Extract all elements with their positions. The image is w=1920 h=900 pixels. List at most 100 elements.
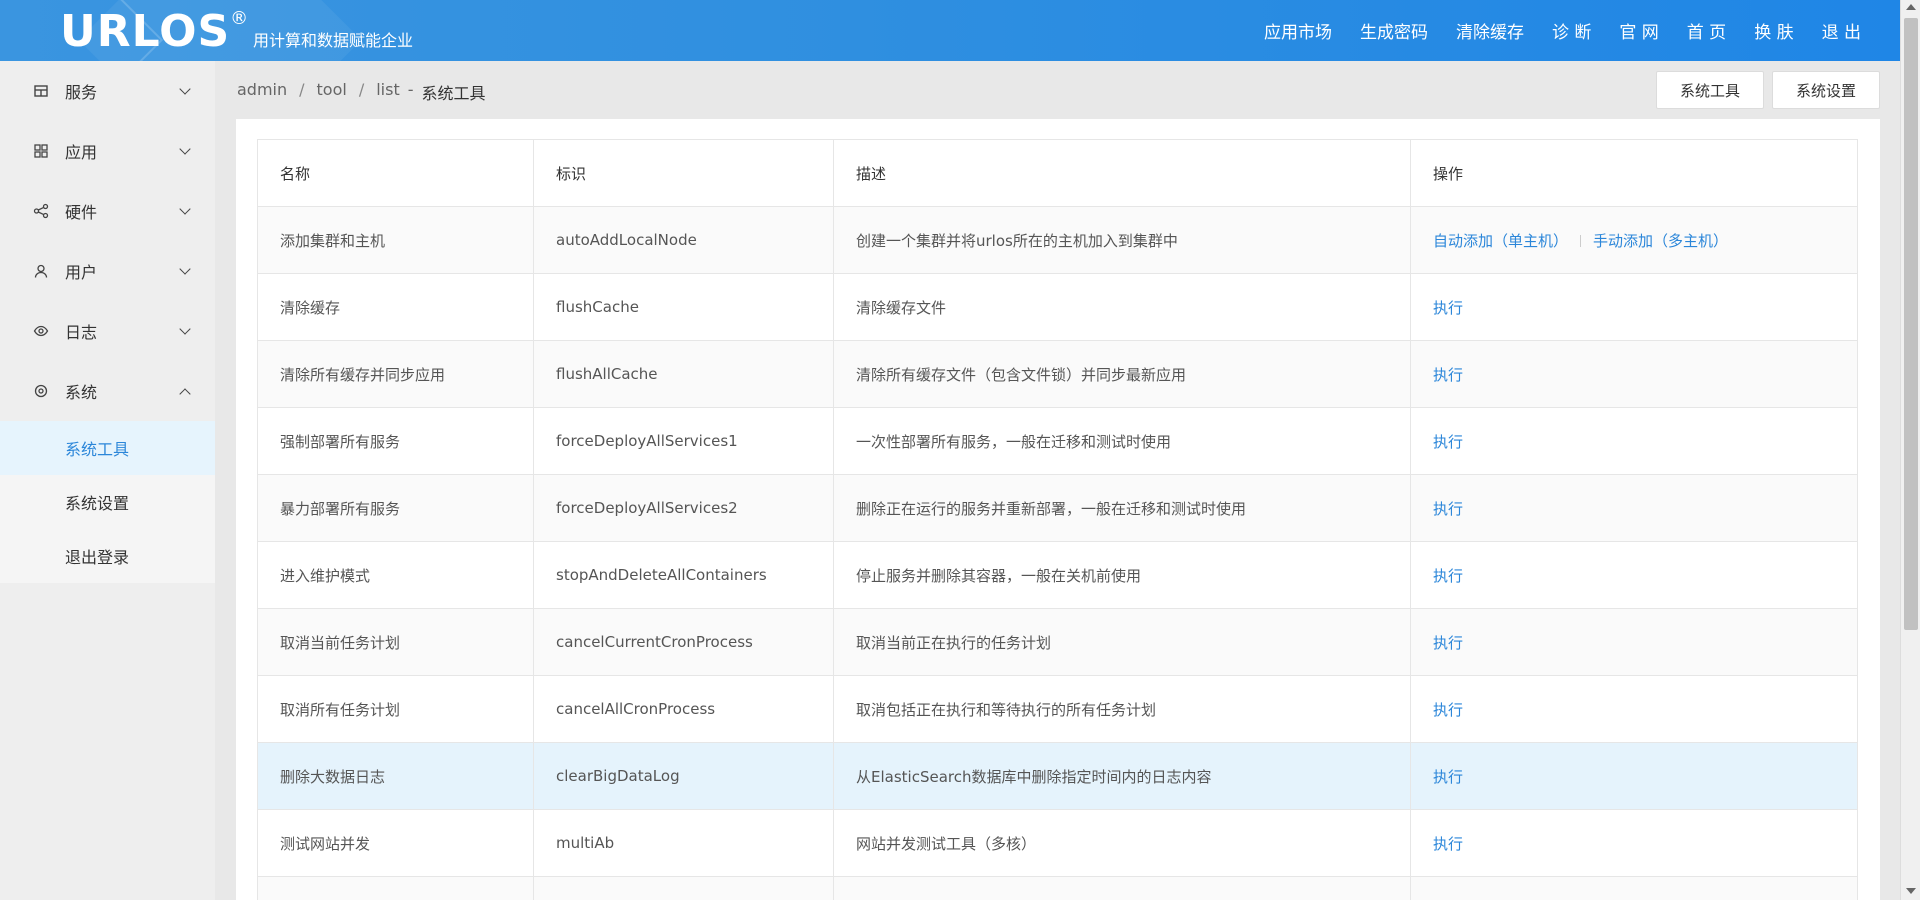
- cell-id: autoAddLocalNode: [533, 206, 834, 274]
- table-row: 清除缓存 flushCache 清除缓存文件 执行: [257, 273, 1858, 341]
- gear-icon: [33, 383, 49, 399]
- cell-actions: 执行: [1410, 407, 1858, 475]
- sidebar-item-label: 硬件: [65, 203, 98, 222]
- sidebar-item-hardware[interactable]: 硬件: [0, 181, 215, 241]
- cell-actions: 执行: [1410, 742, 1858, 810]
- cell-actions: 执行: [1410, 541, 1858, 609]
- nav-clear-cache[interactable]: 清除缓存: [1456, 18, 1524, 43]
- table-row: 取消所有任务计划 cancelAllCronProcess 取消包括正在执行和等…: [257, 675, 1858, 743]
- cell-actions: 执行: [1410, 273, 1858, 341]
- top-header: URLOS® 用计算和数据赋能企业 应用市场 生成密码 清除缓存 诊 断 官 网…: [0, 0, 1900, 61]
- table-row: 强制部署所有服务 forceDeployAllServices1 一次性部署所有…: [257, 407, 1858, 475]
- execute-link[interactable]: 执行: [1433, 500, 1463, 518]
- chevron-up-icon: [179, 388, 191, 400]
- table-row-highlighted: 删除大数据日志 clearBigDataLog 从ElasticSearch数据…: [257, 742, 1858, 810]
- cell-actions: 执行: [1410, 675, 1858, 743]
- cell-description: 一次性部署所有服务，一般在迁移和测试时使用: [833, 407, 1411, 475]
- sidebar-item-label: 用户: [65, 263, 98, 282]
- column-header-name: 名称: [257, 139, 534, 207]
- sidebar-item-apps[interactable]: 应用: [0, 121, 215, 181]
- cell-id: forceDeployAllServices2: [533, 474, 834, 542]
- breadcrumb: admin / tool / list - 系统工具: [237, 80, 486, 104]
- cell-name: 清除缓存: [257, 273, 534, 341]
- cell-name: 取消所有任务计划: [257, 675, 534, 743]
- nav-home[interactable]: 首 页: [1687, 18, 1726, 43]
- submenu-item-system-tools[interactable]: 系统工具: [0, 421, 215, 475]
- cell-description: 网站并发测试工具（多核）: [833, 809, 1411, 877]
- system-tools-button[interactable]: 系统工具: [1656, 71, 1764, 109]
- cell-description: 取消当前正在执行的任务计划: [833, 608, 1411, 676]
- auto-add-single-host-link[interactable]: 自动添加（单主机）: [1433, 232, 1568, 250]
- cell-actions: 执行: [1410, 474, 1858, 542]
- nav-official-site[interactable]: 官 网: [1619, 18, 1658, 43]
- cell-id: clearBigDataLog: [533, 742, 834, 810]
- execute-link[interactable]: 执行: [1433, 701, 1463, 719]
- cell-description: 取消包括正在执行和等待执行的所有任务计划: [833, 675, 1411, 743]
- scroll-down-arrow-icon[interactable]: [1906, 888, 1916, 894]
- cell-name: 暴力部署所有服务: [257, 474, 534, 542]
- nav-diagnose[interactable]: 诊 断: [1552, 18, 1591, 43]
- submenu-item-logout[interactable]: 退出登录: [0, 529, 215, 583]
- nav-logout[interactable]: 退 出: [1822, 18, 1861, 43]
- execute-link[interactable]: 执行: [1433, 299, 1463, 317]
- sidebar-item-service[interactable]: 服务: [0, 61, 215, 121]
- cell-id: stopAndDeleteAllContainers: [533, 541, 834, 609]
- system-settings-button[interactable]: 系统设置: [1772, 71, 1880, 109]
- breadcrumb-separator: /: [358, 80, 365, 99]
- cell-actions: 执行: [1410, 340, 1858, 408]
- sidebar-item-system[interactable]: 系统: [0, 361, 215, 421]
- page-scrollbar[interactable]: [1900, 0, 1920, 900]
- execute-link[interactable]: 执行: [1433, 567, 1463, 585]
- chevron-down-icon: [179, 323, 191, 335]
- chevron-down-icon: [179, 203, 191, 215]
- submenu-item-system-settings[interactable]: 系统设置: [0, 475, 215, 529]
- cell-name: 进入维护模式: [257, 541, 534, 609]
- user-icon: [33, 263, 49, 279]
- sidebar: 服务 应用 硬件 用户 日志 系统 系统工具 系统设置 退出登录: [0, 61, 215, 900]
- sidebar-item-users[interactable]: 用户: [0, 241, 215, 301]
- top-nav: 应用市场 生成密码 清除缓存 诊 断 官 网 首 页 换 肤 退 出: [1236, 0, 1861, 61]
- column-header-id: 标识: [533, 139, 834, 207]
- nav-skin[interactable]: 换 肤: [1754, 18, 1793, 43]
- column-header-actions: 操作: [1410, 139, 1858, 207]
- table-row: 暴力部署所有服务 forceDeployAllServices2 删除正在运行的…: [257, 474, 1858, 542]
- nav-generate-password[interactable]: 生成密码: [1360, 18, 1428, 43]
- table-row: [257, 876, 1858, 900]
- execute-link[interactable]: 执行: [1433, 366, 1463, 384]
- cell-description: 从ElasticSearch数据库中删除指定时间内的日志内容: [833, 742, 1411, 810]
- tools-table: 名称 标识 描述 操作 添加集群和主机 autoAddLocalNode 创建一…: [257, 139, 1858, 900]
- table-row: 取消当前任务计划 cancelCurrentCronProcess 取消当前正在…: [257, 608, 1858, 676]
- cell-id: cancelAllCronProcess: [533, 675, 834, 743]
- eye-icon: [33, 323, 49, 339]
- cell-description: 清除所有缓存文件（包含文件锁）并同步最新应用: [833, 340, 1411, 408]
- action-divider: [1580, 235, 1582, 247]
- chevron-down-icon: [179, 143, 191, 155]
- cell-name: 清除所有缓存并同步应用: [257, 340, 534, 408]
- execute-link[interactable]: 执行: [1433, 835, 1463, 853]
- execute-link[interactable]: 执行: [1433, 634, 1463, 652]
- share-icon: [33, 203, 49, 219]
- sidebar-item-label: 应用: [65, 143, 98, 162]
- sidebar-item-label: 服务: [65, 83, 98, 102]
- slogan: 用计算和数据赋能企业: [253, 31, 414, 50]
- cell-name: 删除大数据日志: [257, 742, 534, 810]
- scrollbar-thumb[interactable]: [1904, 18, 1918, 630]
- scroll-up-arrow-icon[interactable]: [1906, 4, 1916, 10]
- execute-link[interactable]: 执行: [1433, 768, 1463, 786]
- breadcrumb-item-list[interactable]: list: [376, 80, 400, 104]
- sidebar-item-label: 日志: [65, 323, 98, 342]
- breadcrumb-item-admin[interactable]: admin: [237, 80, 287, 104]
- cell-name: 添加集群和主机: [257, 206, 534, 274]
- breadcrumb-item-tool[interactable]: tool: [317, 80, 347, 104]
- logo[interactable]: URLOS®: [60, 6, 249, 57]
- execute-link[interactable]: 执行: [1433, 433, 1463, 451]
- cell-id: flushCache: [533, 273, 834, 341]
- nav-app-market[interactable]: 应用市场: [1264, 18, 1332, 43]
- table-row: 添加集群和主机 autoAddLocalNode 创建一个集群并将urlos所在…: [257, 206, 1858, 274]
- chevron-down-icon: [179, 263, 191, 275]
- cell-id: flushAllCache: [533, 340, 834, 408]
- cell-actions: 执行: [1410, 809, 1858, 877]
- sidebar-item-logs[interactable]: 日志: [0, 301, 215, 361]
- cell-id: multiAb: [533, 809, 834, 877]
- manual-add-multi-host-link[interactable]: 手动添加（多主机）: [1593, 232, 1728, 250]
